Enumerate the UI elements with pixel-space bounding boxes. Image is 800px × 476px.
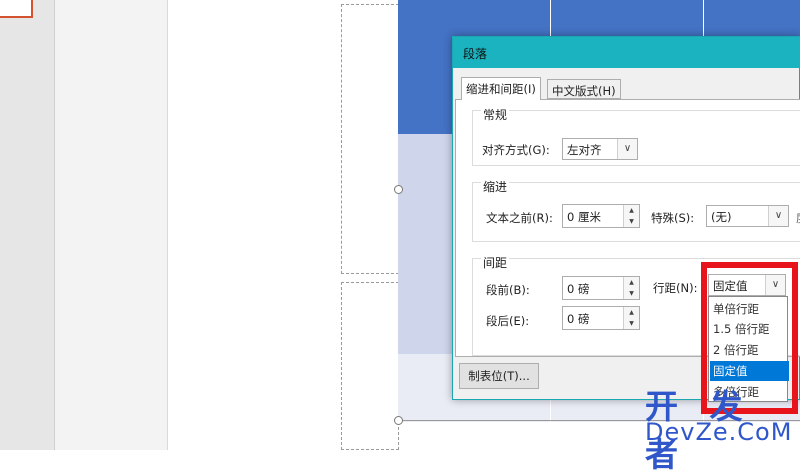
before-text-label: 文本之前(R): bbox=[486, 211, 553, 225]
dialog-title-bar[interactable]: 段落 bbox=[453, 37, 800, 68]
editor-gutter bbox=[55, 0, 168, 450]
placeholder-textbox[interactable] bbox=[341, 4, 399, 274]
spin-down-icon[interactable]: ▼ bbox=[624, 318, 639, 329]
general-heading: 常规 bbox=[481, 106, 510, 123]
special-label: 特殊(S): bbox=[651, 211, 695, 225]
dialog-title: 段落 bbox=[463, 47, 488, 61]
indent-heading: 缩进 bbox=[481, 178, 510, 195]
space-after-value: 0 磅 bbox=[567, 312, 590, 326]
space-before-spinner[interactable]: 0 磅 ▲ ▼ bbox=[562, 276, 640, 300]
watermark: 开 发 者 DevZe.CoM bbox=[645, 380, 800, 474]
space-after-label: 段后(E): bbox=[486, 314, 530, 328]
slide-thumbnail[interactable] bbox=[0, 0, 33, 18]
chevron-down-icon[interactable]: ∨ bbox=[768, 206, 788, 226]
slide-thumbnail-pane[interactable] bbox=[0, 0, 55, 450]
alignment-label: 对齐方式(G): bbox=[482, 143, 550, 157]
placeholder-textbox[interactable] bbox=[341, 282, 399, 450]
before-text-value: 0 厘米 bbox=[567, 210, 601, 224]
alignment-value: 左对齐 bbox=[567, 143, 602, 157]
resize-handle[interactable] bbox=[394, 416, 403, 425]
space-after-spinner[interactable]: 0 磅 ▲ ▼ bbox=[562, 306, 640, 330]
special-select[interactable]: (无) ∨ bbox=[706, 205, 789, 227]
line-spacing-label: 行距(N): bbox=[653, 281, 698, 295]
spin-down-icon[interactable]: ▼ bbox=[624, 288, 639, 299]
space-before-value: 0 磅 bbox=[567, 282, 590, 296]
spin-down-icon[interactable]: ▼ bbox=[624, 216, 639, 227]
spacing-heading: 间距 bbox=[481, 254, 510, 271]
alignment-select[interactable]: 左对齐 ∨ bbox=[562, 138, 638, 160]
before-text-spinner[interactable]: 0 厘米 ▲ ▼ bbox=[562, 204, 640, 228]
degree-label-cutoff: 度 bbox=[796, 210, 800, 226]
resize-handle[interactable] bbox=[394, 185, 403, 194]
tab-stops-button[interactable]: 制表位(T)... bbox=[459, 363, 539, 389]
watermark-bottom-text: DevZe.CoM bbox=[645, 418, 793, 446]
chevron-down-icon[interactable]: ∨ bbox=[617, 139, 637, 159]
tab-chinese-typography[interactable]: 中文版式(H) bbox=[547, 79, 621, 99]
tab-indent-spacing[interactable]: 缩进和间距(I) bbox=[461, 77, 541, 100]
special-value: (无) bbox=[711, 210, 732, 224]
space-before-label: 段前(B): bbox=[486, 283, 530, 297]
